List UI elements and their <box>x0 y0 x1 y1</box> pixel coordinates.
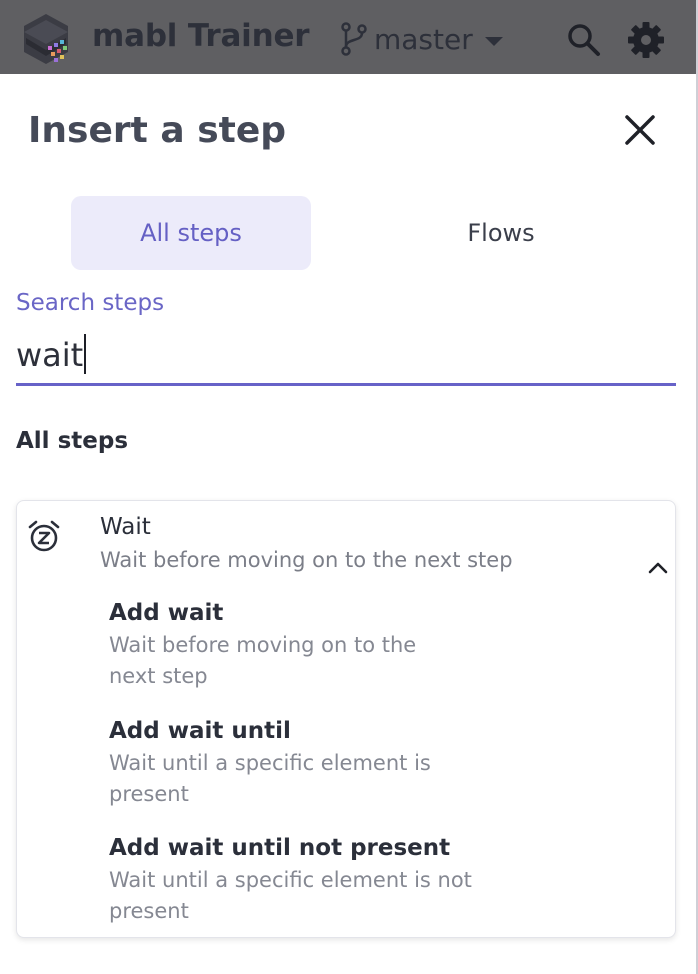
tab-flows[interactable]: Flows <box>381 196 621 270</box>
app-title: mabl Trainer <box>92 18 310 54</box>
chevron-down-icon <box>484 36 503 46</box>
list-item-add-wait-until-not-present[interactable]: Add wait until not present Wait until a … <box>109 833 489 927</box>
list-item-title: Add wait until <box>109 718 291 744</box>
gear-icon[interactable] <box>626 20 666 60</box>
tab-all-steps[interactable]: All steps <box>71 196 311 270</box>
git-branch-icon <box>341 22 367 56</box>
mabl-logo-icon[interactable] <box>16 10 76 68</box>
group-title[interactable]: Wait <box>100 514 151 540</box>
list-item-add-wait[interactable]: Add wait Wait before moving on to the ne… <box>109 598 489 692</box>
search-input[interactable]: wait <box>16 330 676 386</box>
text-cursor <box>84 334 87 374</box>
list-item-description: Wait until a specific element is present <box>109 751 431 806</box>
wait-step-group: Wait Wait before moving on to the next s… <box>16 500 676 938</box>
list-item-description: Wait before moving on to the next step <box>109 633 417 688</box>
alarm-snooze-icon <box>28 520 60 552</box>
group-description: Wait before moving on to the next step <box>100 548 513 572</box>
search-icon[interactable] <box>566 22 602 58</box>
branch-name: master <box>374 22 473 56</box>
list-item-add-wait-until[interactable]: Add wait until Wait until a specific ele… <box>109 716 489 810</box>
chevron-up-icon[interactable] <box>647 559 669 575</box>
list-item-description: Wait until a specific element is not pre… <box>109 868 472 923</box>
close-icon[interactable] <box>622 112 658 148</box>
list-item-title: Add wait <box>109 600 224 626</box>
top-bar: mabl Trainer master <box>0 0 698 74</box>
branch-selector[interactable]: master <box>340 20 503 58</box>
results-section-heading: All steps <box>16 428 129 454</box>
search-steps-label: Search steps <box>16 290 165 316</box>
search-input-value[interactable]: wait <box>16 336 83 374</box>
list-item-title: Add wait until not present <box>109 835 451 861</box>
panel-title: Insert a step <box>28 110 287 151</box>
